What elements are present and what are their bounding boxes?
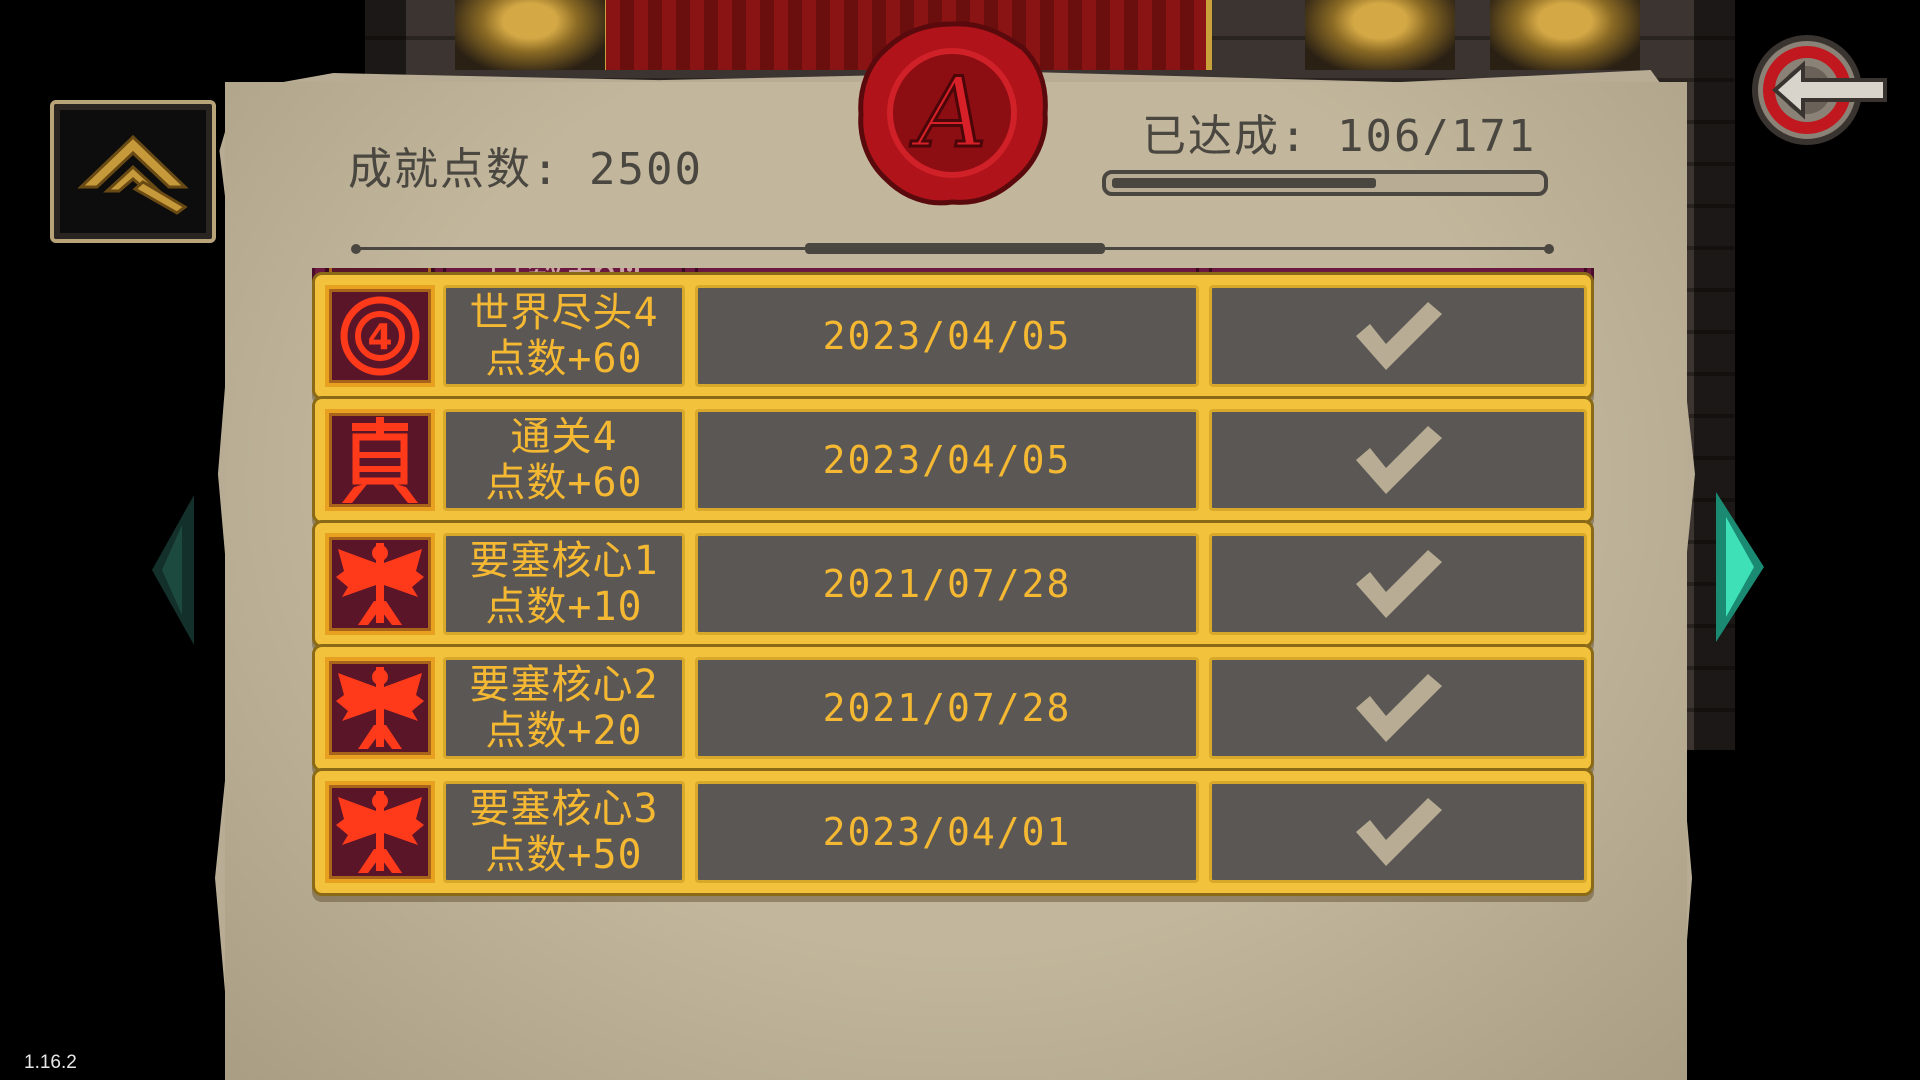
achievement-name: 世界尽头4 [469, 290, 659, 336]
golden-statue-decoration [1305, 0, 1455, 70]
achievement-date: 2023/04/05 [695, 285, 1199, 387]
achievement-name: 要塞核心3 [469, 786, 659, 832]
golden-statue-decoration [455, 0, 605, 70]
achievement-date: 2023/04/01 [695, 781, 1199, 883]
checkmark-icon [1356, 550, 1442, 618]
next-page-arrow[interactable] [1712, 492, 1767, 642]
home-button[interactable] [50, 100, 216, 243]
achievement-icon [325, 409, 435, 511]
eagle-emblem-icon [336, 667, 424, 749]
achievement-name-cell: 通关4 点数+60 [443, 409, 685, 511]
achievement-row[interactable]: 通关4 点数+60 2023/04/05 [312, 396, 1594, 524]
wax-seal-icon: A [858, 21, 1048, 206]
scroll-track-end [1544, 244, 1554, 254]
achievement-points: 点数+50 [485, 832, 643, 878]
achievement-row[interactable]: 要塞核心3 点数+50 2023/04/01 [312, 768, 1594, 896]
achievement-name-cell: 要塞核心2 点数+20 [443, 657, 685, 759]
eagle-emblem-icon [336, 543, 424, 625]
achievement-name-cell: 要塞核心3 点数+50 [443, 781, 685, 883]
achieved-count-label: 已达成: 106/171 [1142, 111, 1537, 162]
checkmark-icon [1356, 674, 1442, 742]
achievement-date: 2021/07/28 [695, 657, 1199, 759]
achievement-list[interactable]: _ 点数+60 4 世界尽头4 点数+60 2023/04/05 通关4 点数+… [300, 268, 1620, 1038]
achievement-points: 点数+20 [485, 708, 643, 754]
achievement-points: 点数+60 [485, 460, 643, 506]
svg-text:A: A [909, 57, 986, 169]
achievement-icon: 4 [325, 285, 435, 387]
achievements-screen: 成就点数: 2500 已达成: 106/171 A _ 点数+60 [0, 0, 1920, 1080]
checkmark-icon [1356, 426, 1442, 494]
chevron-right-icon [1716, 492, 1764, 642]
chevron-left-icon [152, 495, 194, 645]
achievement-date: 2023/04/05 [695, 409, 1199, 511]
achievement-date: 2021/07/28 [695, 533, 1199, 635]
back-button[interactable] [1745, 25, 1895, 155]
version-label: 1.16.2 [24, 1052, 77, 1073]
achievement-progress-bar [1102, 170, 1548, 196]
achievement-name: 通关4 [510, 414, 618, 460]
progress-bar-fill [1112, 178, 1377, 188]
previous-page-arrow[interactable] [148, 495, 198, 645]
checkmark-icon [1356, 798, 1442, 866]
achievement-icon [325, 533, 435, 635]
achievement-status [1209, 409, 1587, 511]
wax-seal-emblem: A [855, 18, 1050, 208]
achievement-points: 点数+10 [485, 584, 643, 630]
achievement-icon [325, 781, 435, 883]
achievement-name-cell: 要塞核心1 点数+10 [443, 533, 685, 635]
list-scroll-indicator[interactable] [351, 243, 1554, 255]
achievement-status [1209, 781, 1587, 883]
home-icon [77, 134, 189, 215]
achievement-name: 要塞核心1 [469, 538, 659, 584]
achievement-icon [325, 657, 435, 759]
achievement-points: 点数+60 [485, 336, 643, 382]
scroll-track-start [351, 244, 361, 254]
eagle-emblem-icon [336, 791, 424, 873]
achievement-status [1209, 533, 1587, 635]
checkmark-icon [1356, 302, 1442, 370]
world-end-4-icon: 4 [340, 296, 420, 376]
achievement-status [1209, 657, 1587, 759]
achievement-row[interactable]: 要塞核心1 点数+10 2021/07/28 [312, 520, 1594, 648]
scroll-thumb[interactable] [805, 243, 1105, 254]
achievement-row[interactable]: 要塞核心2 点数+20 2021/07/28 [312, 644, 1594, 772]
achievement-name-cell: 世界尽头4 点数+60 [443, 285, 685, 387]
svg-text:4: 4 [367, 317, 392, 358]
golden-statue-decoration [1490, 0, 1640, 70]
true-clear-icon [342, 417, 418, 503]
achievement-points-label: 成就点数: 2500 [348, 144, 703, 195]
back-arrow-icon [1752, 35, 1887, 145]
achievement-name: 要塞核心2 [469, 662, 659, 708]
achievement-row[interactable]: 4 世界尽头4 点数+60 2023/04/05 [312, 272, 1594, 400]
achievement-status [1209, 285, 1587, 387]
